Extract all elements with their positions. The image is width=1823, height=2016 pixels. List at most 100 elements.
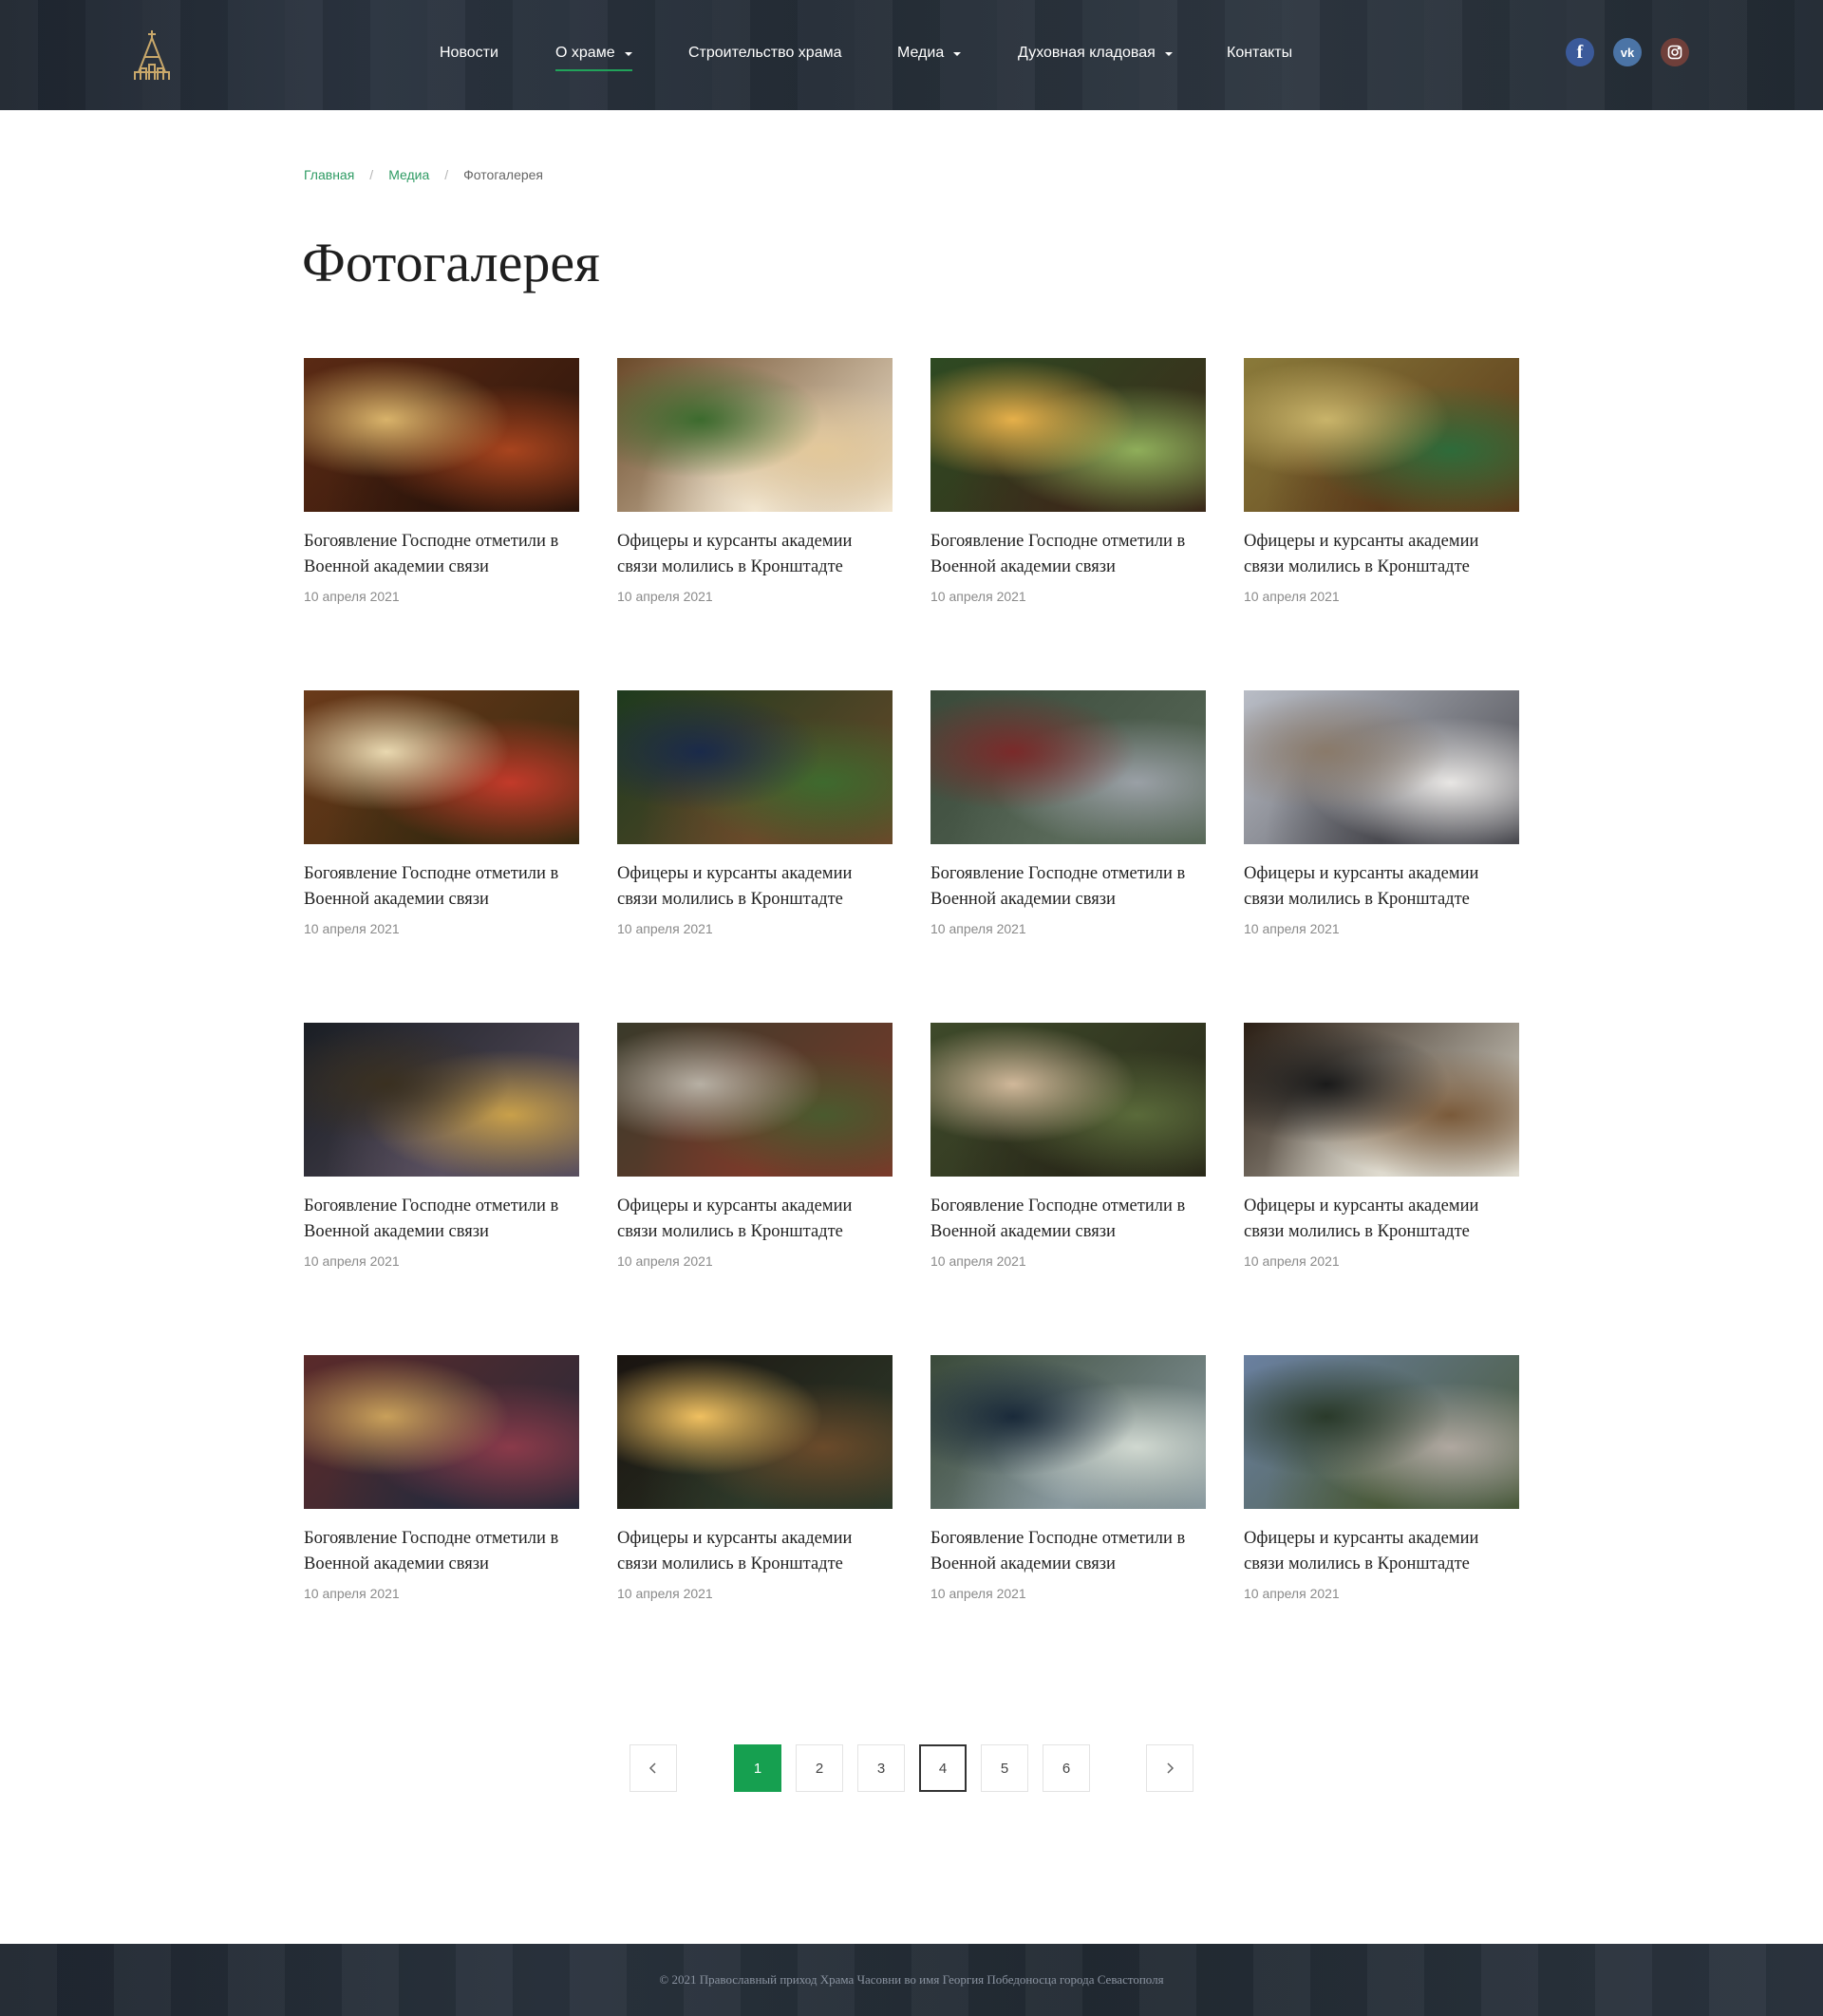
gallery-card-date: 10 апреля 2021 (1244, 1253, 1340, 1269)
gallery-photo-church-interior-with-flowers[interactable] (617, 358, 893, 512)
main-navigation: Новости О храме Строительство храма Меди… (0, 0, 1823, 110)
breadcrumb: Главная / Медиа / Фотогалерея (304, 167, 543, 182)
page-button-6[interactable]: 6 (1043, 1744, 1090, 1792)
gallery-card[interactable]: Богоявление Господне отметили в Военной … (930, 690, 1206, 936)
gallery-photo-christmas-nativity-scene[interactable] (617, 690, 893, 844)
gallery-photo-cadets-lighting-candles[interactable] (617, 1355, 893, 1509)
gallery-photo-patriarch-in-red-vestments[interactable] (304, 358, 579, 512)
nav-item-construction[interactable]: Строительство храма (688, 44, 842, 63)
gallery-photo-beaded-icon-of-saint[interactable] (1244, 358, 1519, 512)
nav-item-label: Духовная кладовая (1018, 45, 1156, 61)
site-footer: © 2021 Православный приход Храма Часовни… (0, 1944, 1823, 2016)
gallery-card-title[interactable]: Богоявление Господне отметили в Военной … (930, 861, 1206, 913)
gallery-card-title[interactable]: Офицеры и курсанты академии связи молили… (617, 1526, 893, 1577)
nav-item-news[interactable]: Новости (440, 44, 498, 63)
gallery-photo-altar-with-candles-and-greenery[interactable] (930, 358, 1206, 512)
gallery-photo-cadets-marching-girl-on-shoulders[interactable] (930, 1355, 1206, 1509)
nav-item-label: Строительство храма (688, 45, 842, 61)
gallery-card-title[interactable]: Офицеры и курсанты академии связи молили… (617, 861, 893, 913)
gallery-card[interactable]: Богоявление Господне отметили в Военной … (304, 1355, 579, 1601)
gallery-card[interactable]: Богоявление Господне отметили в Военной … (304, 1023, 579, 1269)
gallery-card-title[interactable]: Офицеры и курсанты академии связи молили… (617, 1194, 893, 1245)
gallery-photo-church-bells-on-carpet[interactable] (930, 690, 1206, 844)
gallery-card-title[interactable]: Богоявление Господне отметили в Военной … (304, 1526, 579, 1577)
gallery-card[interactable]: Офицеры и курсанты академии связи молили… (1244, 1355, 1519, 1601)
gallery-card[interactable]: Богоявление Господне отметили в Военной … (930, 1355, 1206, 1601)
gallery-card-title[interactable]: Офицеры и курсанты академии связи молили… (1244, 529, 1519, 580)
gallery-card[interactable]: Офицеры и курсанты академии связи молили… (617, 358, 893, 604)
page-button-1[interactable]: 1 (734, 1744, 781, 1792)
nav-item-label: О храме (555, 45, 615, 61)
gallery-photo-priest-at-conference-table[interactable] (1244, 1023, 1519, 1177)
gallery-card-date: 10 апреля 2021 (304, 589, 400, 604)
prev-page-button[interactable] (630, 1744, 677, 1792)
nav-item-media[interactable]: Медиа (897, 44, 962, 63)
page-button-5[interactable]: 5 (981, 1744, 1028, 1792)
gallery-photo-iconostasis-with-flowers[interactable] (304, 690, 579, 844)
breadcrumb-current: Фотогалерея (463, 167, 544, 182)
gallery-card[interactable]: Офицеры и курсанты академии связи молили… (1244, 1023, 1519, 1269)
gallery-card[interactable]: Богоявление Господне отметили в Военной … (930, 1023, 1206, 1269)
nav-item-contacts[interactable]: Контакты (1227, 44, 1292, 63)
chevron-right-icon (1167, 1762, 1175, 1774)
gallery-card-title[interactable]: Офицеры и курсанты академии связи молили… (1244, 1194, 1519, 1245)
nav-item-spiritual-pantry[interactable]: Духовная кладовая (1018, 44, 1173, 63)
caret-down-icon (624, 52, 632, 56)
site-header: Новости О храме Строительство храма Меди… (0, 0, 1823, 110)
vk-icon[interactable]: vk (1613, 38, 1642, 66)
gallery-card-date: 10 апреля 2021 (930, 1253, 1026, 1269)
nav-item-about[interactable]: О храме (555, 44, 632, 71)
gallery-card-date: 10 апреля 2021 (617, 589, 713, 604)
gallery-card-date: 10 апреля 2021 (304, 1253, 400, 1269)
nav-item-label: Медиа (897, 45, 945, 61)
gallery-card-date: 10 апреля 2021 (930, 1586, 1026, 1601)
gallery-card-title[interactable]: Офицеры и курсанты академии связи молили… (1244, 861, 1519, 913)
gallery-card[interactable]: Офицеры и курсанты академии связи молили… (1244, 690, 1519, 936)
gallery-card-date: 10 апреля 2021 (1244, 1586, 1340, 1601)
social-links: f vk (1566, 38, 1689, 66)
gallery-card[interactable]: Офицеры и курсанты академии связи молили… (1244, 358, 1519, 604)
gallery-card-title[interactable]: Богоявление Господне отметили в Военной … (304, 861, 579, 913)
gallery-card[interactable]: Богоявление Господне отметили в Военной … (304, 690, 579, 936)
gallery-card-date: 10 апреля 2021 (930, 921, 1026, 936)
gallery-card-title[interactable]: Офицеры и курсанты академии связи молили… (617, 529, 893, 580)
breadcrumb-media-link[interactable]: Медиа (388, 167, 429, 182)
gallery-card[interactable]: Офицеры и курсанты академии связи молили… (617, 690, 893, 936)
gallery-card-date: 10 апреля 2021 (617, 1586, 713, 1601)
caret-down-icon (953, 52, 962, 56)
pagination: 1 2 3 4 5 6 (0, 1744, 1823, 1792)
gallery-card[interactable]: Богоявление Господне отметили в Военной … (930, 358, 1206, 604)
gallery-card-date: 10 апреля 2021 (304, 921, 400, 936)
gallery-card-title[interactable]: Богоявление Господне отметили в Военной … (930, 1194, 1206, 1245)
instagram-icon[interactable] (1661, 38, 1689, 66)
page-button-2[interactable]: 2 (796, 1744, 843, 1792)
gallery-card-title[interactable]: Офицеры и курсанты академии связи молили… (1244, 1526, 1519, 1577)
gallery-card-date: 10 апреля 2021 (930, 589, 1026, 604)
gallery-photo-cathedral-interior-chandelier[interactable] (304, 1023, 579, 1177)
gallery-photo-cadets-in-green-uniform[interactable] (930, 1023, 1206, 1177)
gallery-card[interactable]: Офицеры и курсанты академии связи молили… (617, 1355, 893, 1601)
page-title: Фотогалерея (302, 232, 600, 293)
gallery-card-date: 10 апреля 2021 (617, 1253, 713, 1269)
gallery-card-date: 10 апреля 2021 (1244, 589, 1340, 604)
gallery-card-date: 10 апреля 2021 (617, 921, 713, 936)
gallery-card[interactable]: Офицеры и курсанты академии связи молили… (617, 1023, 893, 1269)
next-page-button[interactable] (1146, 1744, 1193, 1792)
gallery-card-title[interactable]: Богоявление Господне отметили в Военной … (304, 1194, 579, 1245)
nav-item-label: Контакты (1227, 45, 1293, 61)
facebook-icon[interactable]: f (1566, 38, 1594, 66)
breadcrumb-separator: / (444, 167, 449, 182)
breadcrumb-home-link[interactable]: Главная (304, 167, 354, 182)
gallery-photo-military-parade-on-square[interactable] (1244, 1355, 1519, 1509)
footer-copyright: © 2021 Православный приход Храма Часовни… (659, 1972, 1164, 1987)
gallery-photo-clergy-and-officers-with-icon[interactable] (304, 1355, 579, 1509)
gallery-photo-white-chapel-with-trees[interactable] (1244, 690, 1519, 844)
gallery-card-title[interactable]: Богоявление Господне отметили в Военной … (930, 1526, 1206, 1577)
page-button-3[interactable]: 3 (857, 1744, 905, 1792)
chevron-left-icon (648, 1762, 656, 1774)
gallery-photo-officers-meeting-patriarch[interactable] (617, 1023, 893, 1177)
gallery-card-title[interactable]: Богоявление Господне отметили в Военной … (304, 529, 579, 580)
gallery-card-title[interactable]: Богоявление Господне отметили в Военной … (930, 529, 1206, 580)
gallery-card[interactable]: Богоявление Господне отметили в Военной … (304, 358, 579, 604)
page-button-4[interactable]: 4 (919, 1744, 967, 1792)
